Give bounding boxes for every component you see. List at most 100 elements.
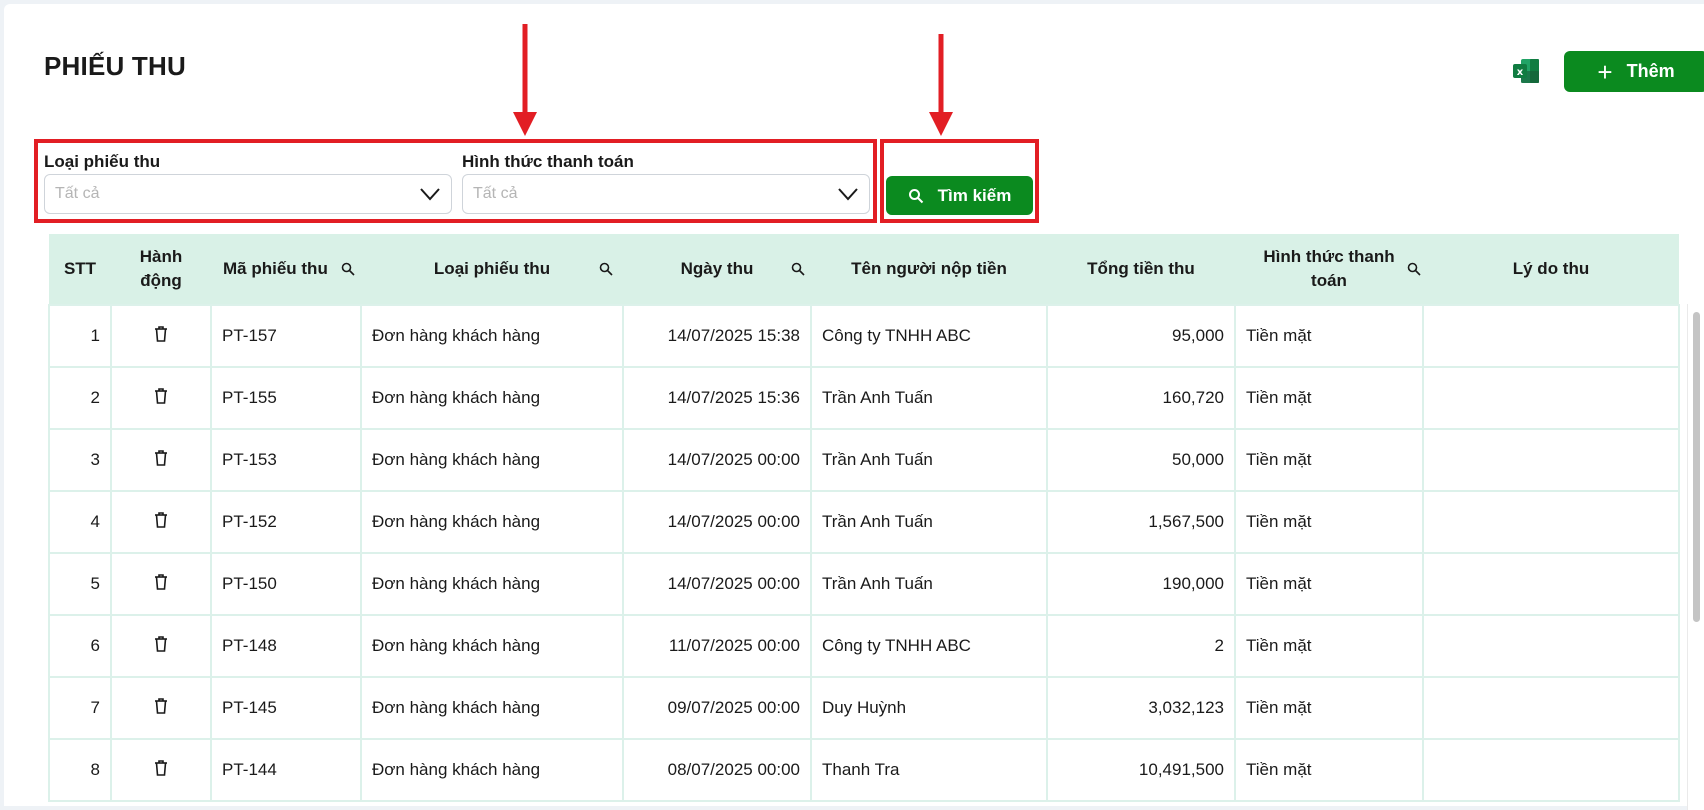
- column-search-icon[interactable]: [1407, 262, 1421, 276]
- cell-type: Đơn hàng khách hàng: [360, 428, 624, 492]
- cell-reason: [1422, 304, 1680, 368]
- cell-reason: [1422, 552, 1680, 616]
- cell-method: Tiền mặt: [1234, 304, 1424, 368]
- trash-icon[interactable]: [153, 511, 169, 529]
- trash-icon[interactable]: [153, 325, 169, 343]
- column-header-reason: Lý do thu: [1512, 259, 1590, 278]
- cell-action: [110, 676, 212, 740]
- search-button-label: Tìm kiếm: [937, 185, 1012, 205]
- receipt-type-label: Loại phiếu thu: [44, 152, 161, 171]
- cell-code: PT-152: [210, 490, 362, 554]
- cell-amount: 95,000: [1046, 304, 1236, 368]
- column-header-action: Hành động: [139, 247, 183, 290]
- cell-reason: [1422, 614, 1680, 678]
- payment-method-select[interactable]: Tất cả: [462, 174, 870, 214]
- trash-icon[interactable]: [153, 759, 169, 777]
- search-button[interactable]: Tìm kiếm: [886, 176, 1033, 215]
- cell-type: Đơn hàng khách hàng: [360, 676, 624, 740]
- cell-date: 14/07/2025 00:00: [622, 490, 812, 554]
- table-row[interactable]: 8 PT-144 Đơn hàng khách hàng 08/07/2025 00:…: [48, 738, 1680, 802]
- cell-type: Đơn hàng khách hàng: [360, 552, 624, 616]
- cell-payer: Duy Huỳnh: [810, 676, 1048, 740]
- vertical-scrollbar[interactable]: [1687, 304, 1704, 810]
- cell-amount: 2: [1046, 614, 1236, 678]
- cell-payer: Công ty TNHH ABC: [810, 614, 1048, 678]
- cell-action: [110, 614, 212, 678]
- trash-icon[interactable]: [153, 449, 169, 467]
- column-header-amount: Tổng tiền thu: [1087, 259, 1195, 278]
- cell-stt: 3: [48, 428, 112, 492]
- cell-amount: 10,491,500: [1046, 738, 1236, 802]
- cell-payer: Trần Anh Tuấn: [810, 428, 1048, 492]
- cell-method: Tiền mặt: [1234, 428, 1424, 492]
- cell-reason: [1422, 738, 1680, 802]
- cell-payer: Trần Anh Tuấn: [810, 552, 1048, 616]
- trash-icon[interactable]: [153, 697, 169, 715]
- table-row[interactable]: 1 PT-157 Đơn hàng khách hàng 14/07/2025 15:…: [48, 304, 1680, 368]
- cell-date: 14/07/2025 00:00: [622, 428, 812, 492]
- scrollbar-thumb[interactable]: [1693, 312, 1700, 622]
- table-row[interactable]: 4 PT-152 Đơn hàng khách hàng 14/07/2025 00:…: [48, 490, 1680, 554]
- cell-reason: [1422, 490, 1680, 554]
- cell-type: Đơn hàng khách hàng: [360, 614, 624, 678]
- cell-action: [110, 366, 212, 430]
- cell-method: Tiền mặt: [1234, 738, 1424, 802]
- cell-payer: Công ty TNHH ABC: [810, 304, 1048, 368]
- column-search-icon[interactable]: [599, 262, 613, 276]
- trash-icon[interactable]: [153, 387, 169, 405]
- column-header-stt: STT: [63, 259, 97, 278]
- receipt-type-select[interactable]: Tất cả: [44, 174, 452, 214]
- cell-type: Đơn hàng khách hàng: [360, 366, 624, 430]
- cell-stt: 1: [48, 304, 112, 368]
- cell-amount: 160,720: [1046, 366, 1236, 430]
- cell-reason: [1422, 676, 1680, 740]
- trash-icon[interactable]: [153, 573, 169, 591]
- table-row[interactable]: 3 PT-153 Đơn hàng khách hàng 14/07/2025 00:…: [48, 428, 1680, 492]
- cell-payer: Trần Anh Tuấn: [810, 366, 1048, 430]
- cell-payer: Thanh Tra: [810, 738, 1048, 802]
- cell-action: [110, 552, 212, 616]
- annotation-arrow-filters: [513, 24, 537, 136]
- column-header-type: Loại phiếu thu: [361, 234, 623, 305]
- cell-date: 08/07/2025 00:00: [622, 738, 812, 802]
- table-row[interactable]: 5 PT-150 Đơn hàng khách hàng 14/07/2025 00:…: [48, 552, 1680, 616]
- cell-method: Tiền mặt: [1234, 614, 1424, 678]
- cell-code: PT-148: [210, 614, 362, 678]
- cell-code: PT-155: [210, 366, 362, 430]
- table-row[interactable]: 6 PT-148 Đơn hàng khách hàng 11/07/2025 00:…: [48, 614, 1680, 678]
- table-header-row: STT Hành động Mã phiếu thu Loại phiếu th…: [49, 234, 1679, 305]
- receipt-page: PHIẾU THU x + Thêm Loại phiếu thu Tất cả…: [4, 4, 1704, 810]
- column-header-code: Mã phiếu thu: [211, 234, 361, 305]
- cell-stt: 5: [48, 552, 112, 616]
- table-row[interactable]: 7 PT-145 Đơn hàng khách hàng 09/07/2025 00:…: [48, 676, 1680, 740]
- add-button-label: Thêm: [1626, 61, 1675, 81]
- cell-date: 09/07/2025 00:00: [622, 676, 812, 740]
- cell-amount: 190,000: [1046, 552, 1236, 616]
- add-button[interactable]: + Thêm: [1564, 51, 1704, 92]
- cell-date: 14/07/2025 00:00: [622, 552, 812, 616]
- chevron-down-icon: [838, 188, 858, 201]
- column-search-icon[interactable]: [341, 262, 355, 276]
- cell-stt: 2: [48, 366, 112, 430]
- cell-code: PT-150: [210, 552, 362, 616]
- trash-icon[interactable]: [153, 635, 169, 653]
- cell-action: [110, 738, 212, 802]
- cell-code: PT-145: [210, 676, 362, 740]
- cell-stt: 6: [48, 614, 112, 678]
- excel-export-icon[interactable]: x: [1512, 57, 1540, 85]
- svg-text:x: x: [1517, 67, 1524, 78]
- cell-stt: 8: [48, 738, 112, 802]
- cell-code: PT-144: [210, 738, 362, 802]
- cell-payer: Trần Anh Tuấn: [810, 490, 1048, 554]
- receipts-table: STT Hành động Mã phiếu thu Loại phiếu th…: [48, 234, 1704, 810]
- cell-amount: 3,032,123: [1046, 676, 1236, 740]
- column-header-date: Ngày thu: [623, 234, 811, 305]
- receipt-type-placeholder: Tất cả: [55, 185, 100, 202]
- column-header-method: Hình thức thanh toán: [1235, 234, 1423, 305]
- cell-date: 11/07/2025 00:00: [622, 614, 812, 678]
- cell-action: [110, 428, 212, 492]
- table-row[interactable]: 2 PT-155 Đơn hàng khách hàng 14/07/2025 15:…: [48, 366, 1680, 430]
- cell-reason: [1422, 428, 1680, 492]
- cell-amount: 50,000: [1046, 428, 1236, 492]
- column-search-icon[interactable]: [791, 262, 805, 276]
